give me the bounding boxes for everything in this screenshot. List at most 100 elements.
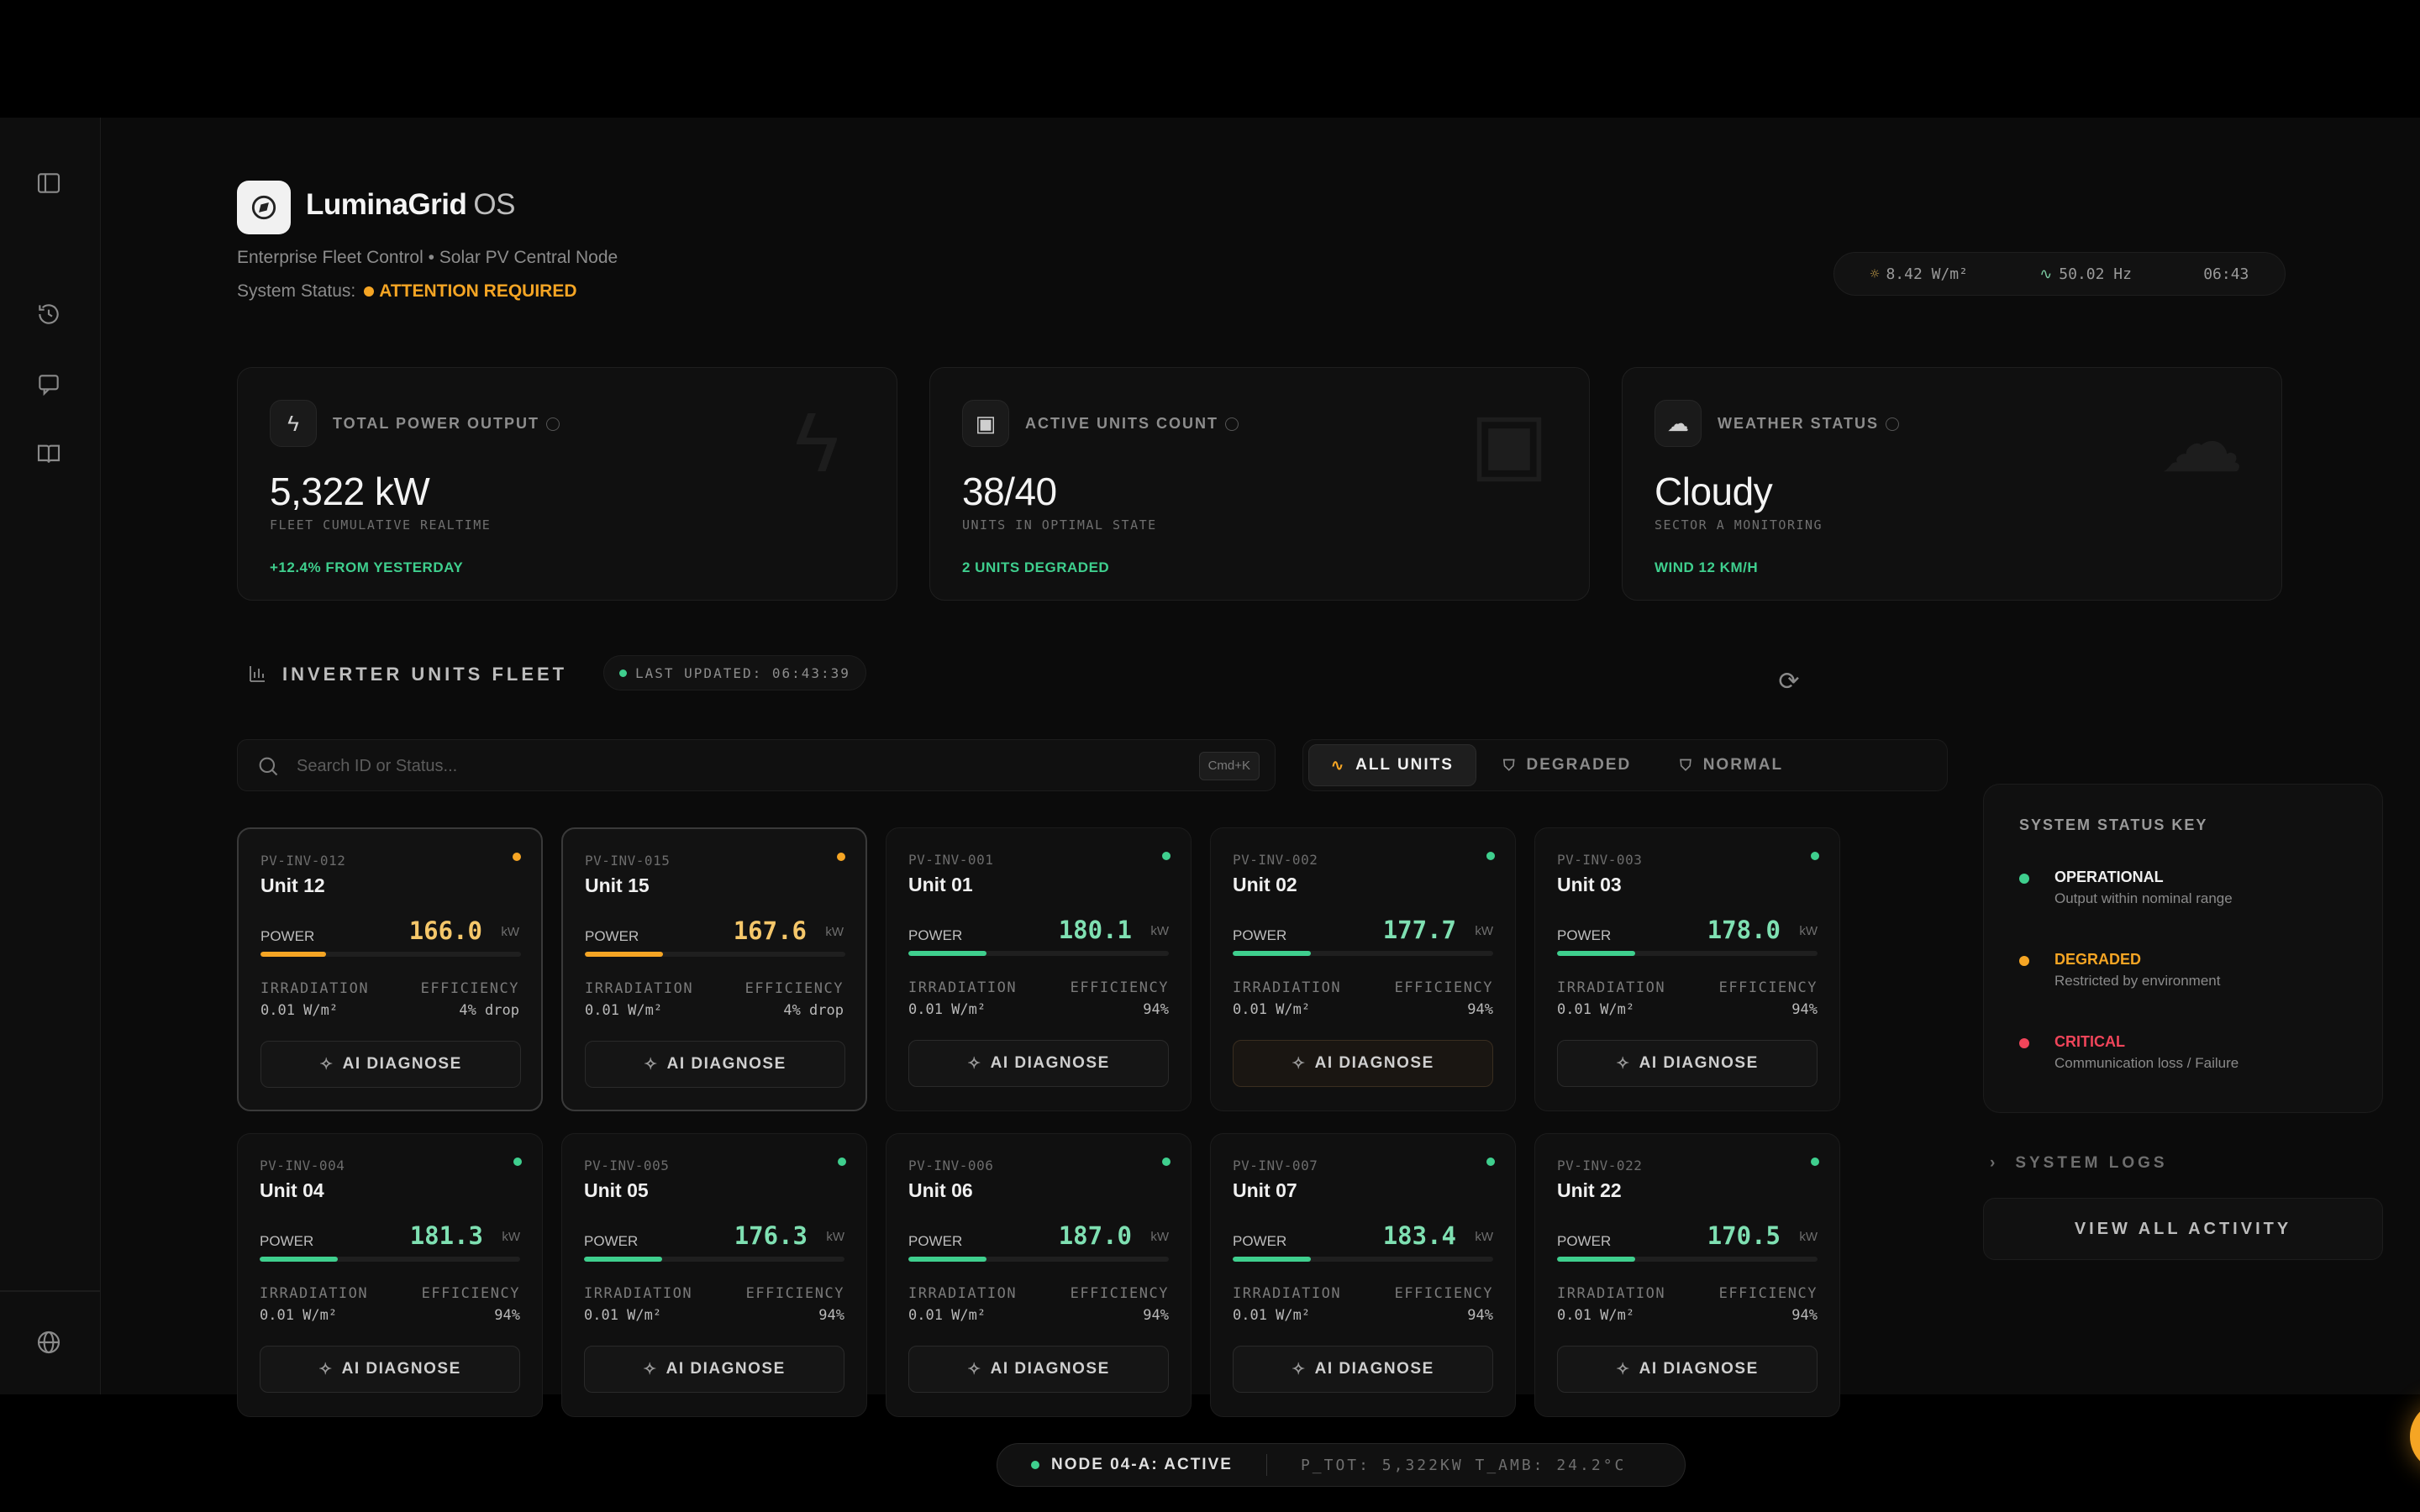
sparkle-icon: ✧ — [1616, 1054, 1631, 1073]
ai-diagnose-button[interactable]: ✧ AI DIAGNOSE — [1233, 1040, 1493, 1087]
unit-card[interactable]: PV-INV-015 Unit 15 POWER 167.6 kW IRRADIATION… — [561, 827, 867, 1111]
info-icon[interactable] — [1886, 417, 1899, 432]
unit-card[interactable]: PV-INV-007 Unit 07 POWER 183.4 kW IRRADIATION… — [1210, 1133, 1516, 1417]
unit-name: Unit 22 — [1557, 1179, 1622, 1201]
system-logs-toggle[interactable]: › SYSTEM LOGS — [1990, 1154, 2168, 1173]
power-bar-fill — [1557, 951, 1635, 956]
chip-icon: ▣ — [962, 400, 1009, 447]
efficiency-label: EFFICIENCY — [1718, 1285, 1818, 1302]
bolt-watermark-icon: ϟ — [794, 396, 839, 490]
unit-id: PV-INV-001 — [908, 852, 994, 868]
pulse-icon: ∿ — [2039, 265, 2053, 283]
power-label: POWER — [1557, 1233, 1612, 1249]
chevron-right-icon: › — [1990, 1154, 1999, 1172]
irradiation-label: IRRADIATION — [1233, 1285, 1342, 1302]
logo-icon — [237, 181, 291, 234]
bar-chart-icon — [250, 666, 265, 682]
info-icon[interactable] — [546, 417, 560, 432]
efficiency-value: 94% — [1467, 1307, 1493, 1324]
ai-diagnose-button[interactable]: ✧ AI DIAGNOSE — [1557, 1040, 1818, 1087]
history-icon[interactable] — [27, 292, 71, 336]
unit-name: Unit 12 — [260, 874, 325, 896]
system-status-label: System Status: — [237, 281, 356, 301]
info-icon[interactable] — [1225, 417, 1239, 432]
power-value: 178.0 — [1707, 916, 1781, 944]
efficiency-label: EFFICIENCY — [745, 1285, 844, 1302]
power-bar-fill — [908, 1257, 986, 1262]
shield-check-icon: ⛉ — [1680, 756, 1693, 774]
brand-title: LuminaGrid OS — [306, 188, 515, 222]
power-bar — [584, 1257, 844, 1262]
ai-diagnose-button[interactable]: ✧ AI DIAGNOSE — [908, 1040, 1169, 1087]
kpi-card-power: ϟ ϟ TOTAL POWER OUTPUT 5,322 kW FLEET CU… — [237, 367, 897, 601]
unit-card[interactable]: PV-INV-012 Unit 12 POWER 166.0 kW IRRADIATION… — [237, 827, 543, 1111]
power-value: 181.3 — [409, 1221, 483, 1250]
ai-diagnose-button[interactable]: ✧ AI DIAGNOSE — [908, 1346, 1169, 1393]
power-bar — [1233, 1257, 1493, 1262]
kpi-card-weather: ☁ ☁ WEATHER STATUS Cloudy SECTOR A MONIT… — [1622, 367, 2282, 601]
sparkle-icon: ✧ — [967, 1054, 982, 1073]
shield-icon: ⛉ — [1502, 756, 1517, 774]
refresh-icon[interactable]: ⟳ — [1775, 668, 1803, 696]
sparkle-icon: ✧ — [1616, 1360, 1631, 1378]
unit-card[interactable]: PV-INV-001 Unit 01 POWER 180.1 kW IRRADIATION… — [886, 827, 1192, 1111]
power-value: 176.3 — [734, 1221, 808, 1250]
efficiency-value: 94% — [818, 1307, 844, 1324]
power-value: 177.7 — [1382, 916, 1456, 944]
efficiency-value: 94% — [1143, 1307, 1169, 1324]
kpi-value: Cloudy — [1655, 470, 1773, 513]
unit-id: PV-INV-003 — [1557, 852, 1643, 868]
power-label: POWER — [908, 927, 963, 943]
ai-diagnose-button[interactable]: ✧ AI DIAGNOSE — [1233, 1346, 1493, 1393]
power-value: 170.5 — [1707, 1221, 1781, 1250]
power-bar-fill — [260, 952, 326, 957]
view-all-activity-button[interactable]: VIEW ALL ACTIVITY — [1983, 1198, 2383, 1260]
unit-card[interactable]: PV-INV-022 Unit 22 POWER 170.5 kW IRRADIATION… — [1534, 1133, 1840, 1417]
node-active-dot — [1031, 1461, 1039, 1469]
kpi-card-units: ▣ ▣ ACTIVE UNITS COUNT 38/40 UNITS IN OP… — [929, 367, 1590, 601]
ai-diagnose-button[interactable]: ✧ AI DIAGNOSE — [585, 1041, 845, 1088]
filter-all-units[interactable]: ∿ ALL UNITS — [1308, 744, 1476, 786]
critical-dot — [2019, 1038, 2029, 1048]
sidebar — [0, 118, 101, 1394]
book-icon[interactable] — [27, 432, 71, 475]
ai-diagnose-button[interactable]: ✧ AI DIAGNOSE — [1557, 1346, 1818, 1393]
status-key-title: SYSTEM STATUS KEY — [2019, 816, 2208, 833]
sparkle-icon: ✧ — [1292, 1054, 1307, 1073]
search-input[interactable] — [297, 750, 1137, 782]
power-unit: kW — [502, 1230, 520, 1244]
unit-card[interactable]: PV-INV-006 Unit 06 POWER 187.0 kW IRRADIATION… — [886, 1133, 1192, 1417]
search-bar: Cmd+K — [237, 739, 1276, 791]
efficiency-value: 94% — [494, 1307, 520, 1324]
chat-icon[interactable] — [27, 363, 71, 407]
sidebar-toggle-icon[interactable] — [27, 161, 71, 205]
brand-suffix: OS — [473, 188, 515, 221]
filter-degraded[interactable]: ⛉ DEGRADED — [1481, 744, 1653, 786]
unit-card[interactable]: PV-INV-002 Unit 02 POWER 177.7 kW IRRADIATION… — [1210, 827, 1516, 1111]
irradiation-value: 0.01 W/m² — [1233, 1001, 1311, 1018]
telemetry-pill: ☼ 8.42 W/m² ∿ 50.02 Hz 06:43 — [1833, 252, 2286, 296]
live-dot — [619, 669, 627, 677]
irradiation-label: IRRADIATION — [260, 1285, 369, 1302]
filter-normal[interactable]: ⛉ NORMAL — [1658, 744, 1805, 786]
efficiency-label: EFFICIENCY — [1070, 979, 1169, 996]
unit-name: Unit 06 — [908, 1179, 973, 1201]
ai-diagnose-button[interactable]: ✧ AI DIAGNOSE — [584, 1346, 844, 1393]
unit-card[interactable]: PV-INV-003 Unit 03 POWER 178.0 kW IRRADIATION… — [1534, 827, 1840, 1111]
unit-status-dot — [838, 1158, 846, 1166]
sparkle-icon: ✧ — [643, 1360, 658, 1378]
ai-assistant-button[interactable]: ✦ — [2410, 1401, 2420, 1472]
unit-card[interactable]: PV-INV-004 Unit 04 POWER 181.3 kW IRRADIATION… — [237, 1133, 543, 1417]
kpi-label: TOTAL POWER OUTPUT — [333, 415, 560, 433]
ai-diagnose-button[interactable]: ✧ AI DIAGNOSE — [260, 1346, 520, 1393]
unit-status-dot — [513, 1158, 522, 1166]
globe-icon[interactable] — [27, 1320, 71, 1364]
efficiency-value: 94% — [1143, 1001, 1169, 1018]
power-label: POWER — [1233, 927, 1287, 943]
page-subtitle: Enterprise Fleet Control • Solar PV Cent… — [237, 248, 618, 267]
power-label: POWER — [260, 928, 315, 944]
power-value: 187.0 — [1058, 1221, 1132, 1250]
unit-card[interactable]: PV-INV-005 Unit 05 POWER 176.3 kW IRRADIATION… — [561, 1133, 867, 1417]
irradiation-value: 0.01 W/m² — [1233, 1307, 1311, 1324]
ai-diagnose-button[interactable]: ✧ AI DIAGNOSE — [260, 1041, 521, 1088]
